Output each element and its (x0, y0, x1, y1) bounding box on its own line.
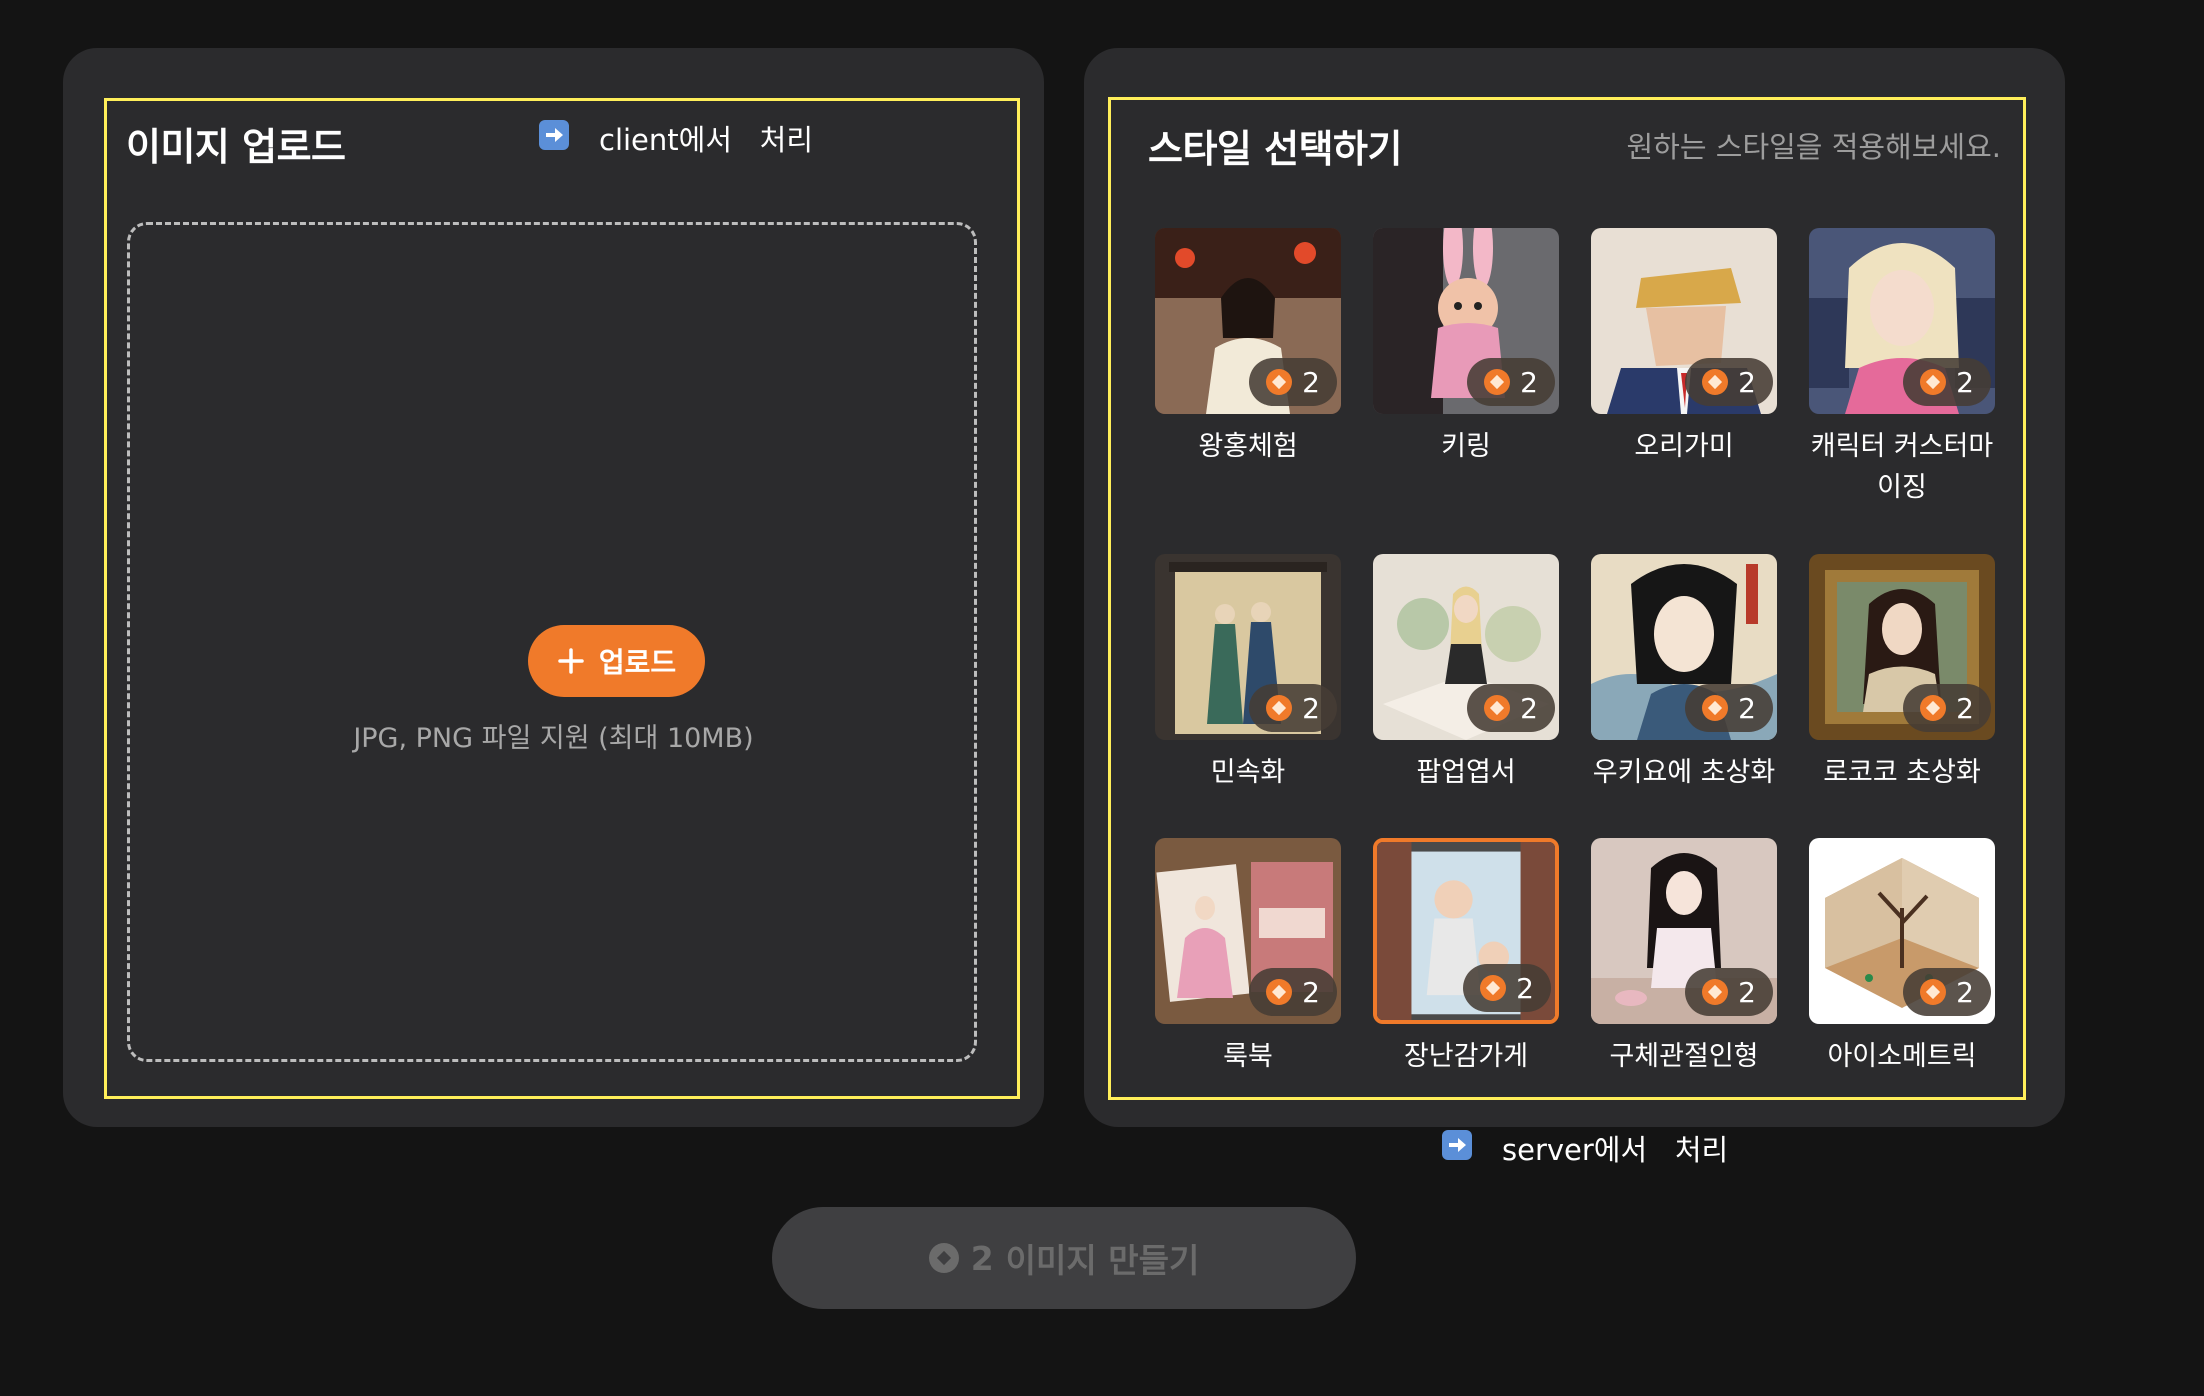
coin-icon (928, 1243, 959, 1273)
coin-icon (1484, 369, 1511, 395)
style-thumbnail[interactable]: 2 (1809, 228, 1995, 414)
cost-badge: 2 (1685, 968, 1773, 1016)
cost-badge: 2 (1903, 684, 1991, 732)
right-arrow-icon (1442, 1130, 1472, 1160)
coin-icon (1702, 695, 1729, 721)
style-thumbnail[interactable]: 2 (1809, 554, 1995, 740)
cost-badge: 2 (1463, 964, 1551, 1012)
cost-badge: 2 (1249, 968, 1337, 1016)
cost-badge: 2 (1249, 358, 1337, 406)
cost-badge: 2 (1685, 358, 1773, 406)
upload-hint: JPG, PNG 파일 지원 (최대 10MB) (353, 723, 754, 754)
style-tile-keyring[interactable]: 2 키링 (1373, 228, 1559, 467)
style-label: 왕홍체험 (1198, 431, 1298, 462)
style-thumbnail[interactable]: 2 (1373, 228, 1559, 414)
style-tile-character-custom[interactable]: 2 캐릭터 커스터마이징 (1809, 228, 1995, 508)
style-subtitle: 원하는 스타일을 적용해보세요. (1626, 130, 2002, 164)
cost-badge: 2 (1467, 358, 1555, 406)
style-label: 팝업엽서 (1416, 757, 1516, 788)
style-tile-lookbook[interactable]: 2 룩북 (1155, 838, 1341, 1077)
upload-button-label: 업로드 (598, 646, 677, 679)
cost-badge: 2 (1685, 684, 1773, 732)
upload-panel: 이미지 업로드 client에서 처리 업로드 JPG, PNG 파일 지원 (… (63, 48, 1044, 1127)
style-tile-folk-painting[interactable]: 2 민속화 (1155, 554, 1341, 793)
style-label: 구체관절인형 (1609, 1041, 1759, 1072)
plus-icon (558, 648, 584, 674)
coin-icon (1702, 369, 1729, 395)
style-thumbnail[interactable]: 2 (1591, 228, 1777, 414)
style-title: 스타일 선택하기 (1148, 127, 1402, 171)
upload-button[interactable]: 업로드 (528, 625, 705, 697)
style-tile-rococo[interactable]: 2 로코코 초상화 (1809, 554, 1995, 793)
make-image-label: 이미지 만들기 (1005, 1241, 1200, 1280)
coin-icon (1920, 979, 1947, 1005)
style-label: 로코코 초상화 (1823, 757, 1981, 788)
make-image-button[interactable]: 2 이미지 만들기 (772, 1207, 1356, 1309)
coin-icon (1480, 975, 1507, 1001)
make-image-cost: 2 (970, 1238, 994, 1278)
style-thumbnail[interactable]: 2 (1591, 554, 1777, 740)
cost-badge: 2 (1903, 358, 1991, 406)
style-thumbnail[interactable]: 2 (1155, 554, 1341, 740)
style-tile-bjd-doll[interactable]: 2 구체관절인형 (1591, 838, 1777, 1077)
coin-icon (1266, 695, 1293, 721)
upload-title: 이미지 업로드 (126, 125, 346, 169)
style-label: 룩북 (1223, 1041, 1273, 1072)
coin-icon (1920, 695, 1947, 721)
style-thumbnail[interactable]: 2 (1155, 228, 1341, 414)
style-label: 민속화 (1210, 757, 1286, 788)
style-label: 아이소메트릭 (1827, 1041, 1977, 1072)
coin-icon (1920, 369, 1947, 395)
style-label: 오리가미 (1634, 431, 1734, 462)
coin-icon (1266, 979, 1293, 1005)
right-arrow-icon (539, 120, 569, 150)
style-thumbnail[interactable]: 2 (1373, 554, 1559, 740)
style-tile-popup-postcard[interactable]: 2 팝업엽서 (1373, 554, 1559, 793)
coin-icon (1702, 979, 1729, 1005)
style-label: 장난감가게 (1403, 1041, 1529, 1072)
style-label: 우키요에 초상화 (1592, 757, 1776, 788)
style-tile-ukiyoe[interactable]: 2 우키요에 초상화 (1591, 554, 1777, 793)
style-thumbnail-selected[interactable]: 2 (1373, 838, 1559, 1024)
style-tile-origami[interactable]: 2 오리가미 (1591, 228, 1777, 467)
style-tile-wanghong[interactable]: 2 왕홍체험 (1155, 228, 1341, 467)
style-tile-toy-store[interactable]: 2 장난감가게 (1373, 838, 1559, 1077)
cost-badge: 2 (1467, 684, 1555, 732)
style-panel: 스타일 선택하기 원하는 스타일을 적용해보세요. 2 왕홍체험 2 키링 2 … (1084, 48, 2065, 1127)
style-thumbnail[interactable]: 2 (1155, 838, 1341, 1024)
style-label: 캐릭터 커스터마이징 (1810, 431, 1994, 503)
coin-icon (1266, 369, 1293, 395)
client-note: client에서 처리 (599, 123, 814, 157)
cost-badge: 2 (1903, 968, 1991, 1016)
cost-badge: 2 (1249, 684, 1337, 732)
style-tile-isometric[interactable]: 2 아이소메트릭 (1809, 838, 1995, 1077)
coin-icon (1484, 695, 1511, 721)
style-label: 키링 (1441, 431, 1491, 462)
style-thumbnail[interactable]: 2 (1591, 838, 1777, 1024)
server-note: server에서 처리 (1502, 1133, 1729, 1167)
style-thumbnail[interactable]: 2 (1809, 838, 1995, 1024)
